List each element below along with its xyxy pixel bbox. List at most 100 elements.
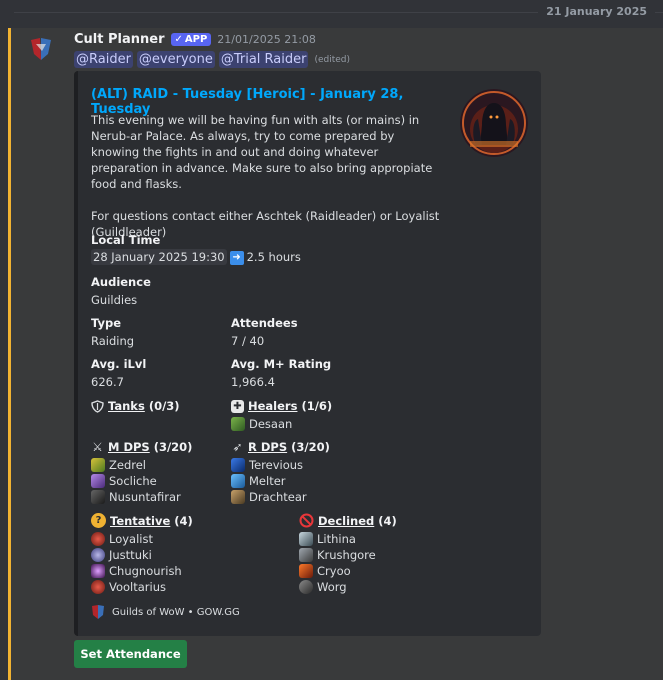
player-name: Loyalist	[109, 532, 153, 546]
healers-link[interactable]: Healers	[248, 399, 297, 413]
tanks-count: (0/3)	[148, 399, 180, 413]
healers-count: (1/6)	[301, 399, 333, 413]
class-icon	[231, 474, 245, 488]
tanks-header: Tanks (0/3)	[91, 399, 180, 413]
player-name: Vooltarius	[109, 580, 167, 594]
class-icon	[299, 548, 313, 562]
player-row: Lithina	[299, 531, 356, 547]
author-name[interactable]: Cult Planner	[74, 32, 165, 47]
player-row: Worg	[299, 579, 347, 595]
embed-thumbnail-icon[interactable]	[460, 89, 528, 157]
duration-text: 2.5 hours	[246, 250, 301, 264]
player-name: Justtuki	[109, 548, 152, 562]
type-value: Raiding	[91, 334, 135, 348]
attendees-label: Attendees	[231, 316, 298, 330]
type-label: Type	[91, 316, 122, 330]
app-badge: ✓ APP	[170, 33, 212, 46]
embed-footer: Guilds of WoW • GOW.GG	[91, 604, 240, 620]
local-time-code[interactable]: 28 January 2025 19:30	[91, 249, 227, 265]
bot-avatar-icon[interactable]	[28, 36, 54, 62]
player-row: Cryoo	[299, 563, 351, 579]
date-divider-label: 21 January 2025	[538, 5, 655, 18]
plus-icon: ✚	[231, 399, 244, 413]
player-row: Socliche	[91, 473, 157, 489]
local-time-value: 28 January 2025 19:30 ➜ 2.5 hours	[91, 249, 301, 265]
local-time-label: Local Time	[91, 233, 161, 247]
event-embed: (ALT) RAID - Tuesday [Heroic] - January …	[74, 71, 541, 636]
player-name: Cryoo	[317, 564, 351, 578]
player-name: Nusuntafirar	[109, 490, 181, 504]
mention-bar	[8, 28, 11, 680]
player-name: Lithina	[317, 532, 356, 546]
check-icon: ✓	[174, 34, 183, 45]
player-row: Drachtear	[231, 489, 307, 505]
player-row: Desaan	[231, 416, 292, 432]
player-row: Terevious	[231, 457, 303, 473]
prohibited-icon	[299, 513, 314, 528]
message-timestamp[interactable]: 21/01/2025 21:08	[217, 33, 316, 46]
mdps-count: (3/20)	[153, 440, 193, 454]
healers-header: ✚ Healers (1/6)	[231, 399, 332, 413]
ilvl-value: 626.7	[91, 375, 124, 389]
declined-header: Declined (4)	[299, 513, 397, 528]
tanks-link[interactable]: Tanks	[108, 399, 145, 413]
player-row: Zedrel	[91, 457, 146, 473]
embed-description: This evening we will be having fun with …	[91, 113, 440, 239]
player-name: Zedrel	[109, 458, 146, 472]
question-icon: ?	[91, 513, 106, 528]
class-icon	[91, 490, 105, 504]
footer-text: Guilds of WoW • GOW.GG	[112, 606, 240, 618]
player-row: Krushgore	[299, 547, 376, 563]
attendees-value: 7 / 40	[231, 334, 265, 348]
class-icon	[91, 532, 105, 546]
mplus-label: Avg. M+ Rating	[231, 357, 332, 371]
player-name: Desaan	[249, 417, 293, 431]
druid-class-icon	[231, 417, 245, 431]
class-icon	[231, 458, 245, 472]
player-name: Chugnourish	[109, 564, 182, 578]
tentative-header: ? Tentative (4)	[91, 513, 193, 528]
class-icon	[91, 564, 105, 578]
player-name: Melter	[249, 474, 286, 488]
player-row: Loyalist	[91, 531, 153, 547]
player-row: Justtuki	[91, 547, 152, 563]
mentions-row: @Raider @everyone @Trial Raider (edited)	[74, 51, 350, 68]
declined-link[interactable]: Declined	[318, 514, 374, 528]
class-icon	[299, 564, 313, 578]
mplus-value: 1,966.4	[231, 375, 275, 389]
ilvl-label: Avg. iLvl	[91, 357, 147, 371]
mention-raider[interactable]: @Raider	[74, 51, 133, 68]
rdps-count: (3/20)	[291, 440, 330, 454]
audience-label: Audience	[91, 275, 151, 289]
player-row: Melter	[231, 473, 286, 489]
player-name: Krushgore	[317, 548, 376, 562]
rdps-link[interactable]: R DPS	[248, 440, 287, 454]
guilds-of-wow-logo-icon	[92, 605, 104, 619]
edited-label: (edited)	[314, 54, 351, 65]
app-badge-label: APP	[184, 34, 208, 45]
class-icon	[91, 548, 105, 562]
set-attendance-button[interactable]: Set Attendance	[74, 640, 187, 668]
player-row: Nusuntafirar	[91, 489, 181, 505]
mdps-header: ⚔ M DPS (3/20)	[91, 440, 192, 454]
player-row: Chugnourish	[91, 563, 182, 579]
message-header: Cult Planner ✓ APP 21/01/2025 21:08	[74, 32, 316, 47]
class-icon	[299, 580, 313, 594]
class-icon	[91, 580, 105, 594]
tentative-link[interactable]: Tentative	[110, 514, 170, 528]
bow-arrow-icon: ➶	[232, 439, 243, 454]
player-name: Terevious	[249, 458, 304, 472]
declined-count: (4)	[378, 513, 397, 528]
class-icon	[299, 532, 313, 546]
player-name: Worg	[317, 580, 347, 594]
shield-icon	[91, 399, 104, 413]
mention-trial-raider[interactable]: @Trial Raider	[218, 51, 309, 68]
rdps-header: ➶ R DPS (3/20)	[231, 439, 330, 454]
class-icon	[91, 474, 105, 488]
class-icon	[231, 490, 245, 504]
mdps-link[interactable]: M DPS	[108, 440, 150, 454]
class-icon	[91, 458, 105, 472]
audience-value: Guildies	[91, 293, 138, 307]
mention-everyone[interactable]: @everyone	[136, 51, 215, 68]
player-row: Vooltarius	[91, 579, 166, 595]
